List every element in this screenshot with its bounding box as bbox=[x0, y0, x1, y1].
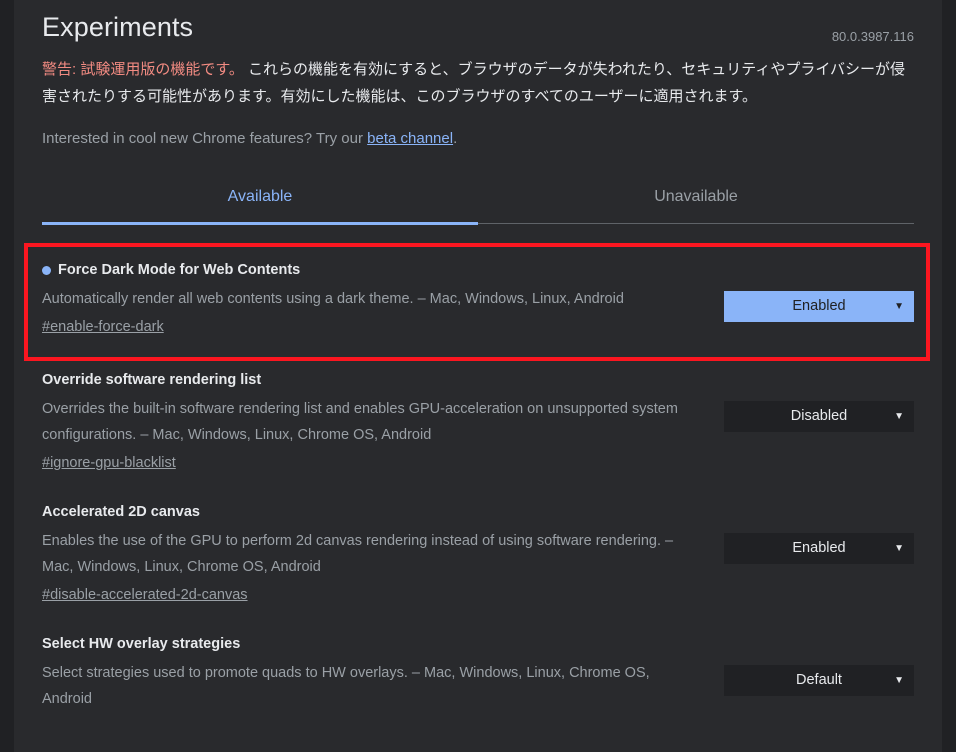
experiment-permalink[interactable]: #enable-force-dark bbox=[42, 315, 164, 339]
beta-channel-note: Interested in cool new Chrome features? … bbox=[42, 128, 914, 150]
page-header: Experiments 80.0.3987.116 bbox=[42, 0, 914, 46]
experiment-control: Enabled ▼ bbox=[724, 259, 914, 322]
experiment-row: Force Dark Mode for Web Contents Automat… bbox=[24, 243, 930, 361]
experiment-title: Force Dark Mode for Web Contents bbox=[58, 262, 301, 278]
experiment-state-value: Enabled bbox=[792, 298, 846, 314]
tab-rail bbox=[42, 222, 914, 225]
experiment-title-row: Select HW overlay strategies bbox=[42, 633, 696, 655]
experiment-state-select[interactable]: Enabled ▼ bbox=[724, 533, 914, 564]
page-title: Experiments bbox=[42, 12, 194, 42]
beta-note-suffix: . bbox=[453, 130, 458, 147]
tab-list: Available Unavailable bbox=[42, 180, 914, 222]
experiment-control: Enabled ▼ bbox=[724, 501, 914, 564]
experiment-description: Automatically render all web contents us… bbox=[42, 291, 624, 307]
experiment-row: Override software rendering list Overrid… bbox=[42, 357, 914, 489]
chevron-down-icon: ▼ bbox=[894, 411, 904, 422]
tab-unavailable[interactable]: Unavailable bbox=[478, 180, 914, 222]
tab-bar: Available Unavailable bbox=[42, 180, 914, 225]
experiment-state-value: Disabled bbox=[790, 408, 848, 424]
experiment-permalink[interactable]: #disable-accelerated-2d-canvas bbox=[42, 583, 248, 607]
chevron-down-icon: ▼ bbox=[894, 543, 904, 554]
experiment-list: Force Dark Mode for Web Contents Automat… bbox=[24, 243, 930, 731]
chevron-down-icon: ▼ bbox=[894, 301, 904, 312]
experiment-text: Accelerated 2D canvas Enables the use of… bbox=[42, 501, 724, 607]
flags-page: Experiments 80.0.3987.116 警告: 試験運用版の機能です… bbox=[0, 0, 956, 752]
experiment-state-select[interactable]: Default ▼ bbox=[724, 665, 914, 696]
experiment-control: Default ▼ bbox=[724, 633, 914, 696]
modified-dot-icon bbox=[42, 265, 51, 275]
beta-note-prefix: Interested in cool new Chrome features? … bbox=[42, 130, 368, 147]
experiment-title: Accelerated 2D canvas bbox=[42, 504, 200, 520]
experiment-title: Select HW overlay strategies bbox=[42, 636, 241, 652]
experiment-state-value: Enabled bbox=[792, 540, 846, 556]
experiment-title-row: Accelerated 2D canvas bbox=[42, 501, 696, 523]
tab-available[interactable]: Available bbox=[42, 180, 478, 222]
experiment-text: Force Dark Mode for Web Contents Automat… bbox=[42, 259, 724, 339]
version-label: 80.0.3987.116 bbox=[831, 29, 914, 44]
tab-active-indicator bbox=[42, 222, 478, 225]
experiment-title-row: Override software rendering list bbox=[42, 369, 696, 391]
content-surface: Experiments 80.0.3987.116 警告: 試験運用版の機能です… bbox=[14, 0, 942, 752]
experiment-state-value: Default bbox=[796, 672, 842, 688]
content-inner: Experiments 80.0.3987.116 警告: 試験運用版の機能です… bbox=[14, 0, 942, 731]
experiment-title: Override software rendering list bbox=[42, 372, 262, 388]
experiment-description: Overrides the built-in software renderin… bbox=[42, 401, 678, 443]
experiment-description: Enables the use of the GPU to perform 2d… bbox=[42, 533, 674, 575]
experiment-permalink[interactable]: #ignore-gpu-blacklist bbox=[42, 451, 176, 475]
beta-channel-link[interactable]: beta channel bbox=[367, 130, 453, 147]
experiment-text: Select HW overlay strategies Select stra… bbox=[42, 633, 724, 712]
experiment-state-select[interactable]: Disabled ▼ bbox=[724, 401, 914, 432]
experimental-warning: 警告: 試験運用版の機能です。 これらの機能を有効にすると、ブラウザのデータが失… bbox=[42, 56, 914, 110]
experiment-row: Accelerated 2D canvas Enables the use of… bbox=[42, 489, 914, 621]
warning-lead-text: 警告: 試験運用版の機能です。 bbox=[42, 61, 244, 78]
experiment-control: Disabled ▼ bbox=[724, 369, 914, 432]
experiment-description: Select strategies used to promote quads … bbox=[42, 665, 650, 707]
chevron-down-icon: ▼ bbox=[894, 675, 904, 686]
experiment-row: Select HW overlay strategies Select stra… bbox=[42, 621, 914, 731]
experiment-state-select[interactable]: Enabled ▼ bbox=[724, 291, 914, 322]
experiment-title-row: Force Dark Mode for Web Contents bbox=[42, 259, 696, 281]
experiment-text: Override software rendering list Overrid… bbox=[42, 369, 724, 475]
